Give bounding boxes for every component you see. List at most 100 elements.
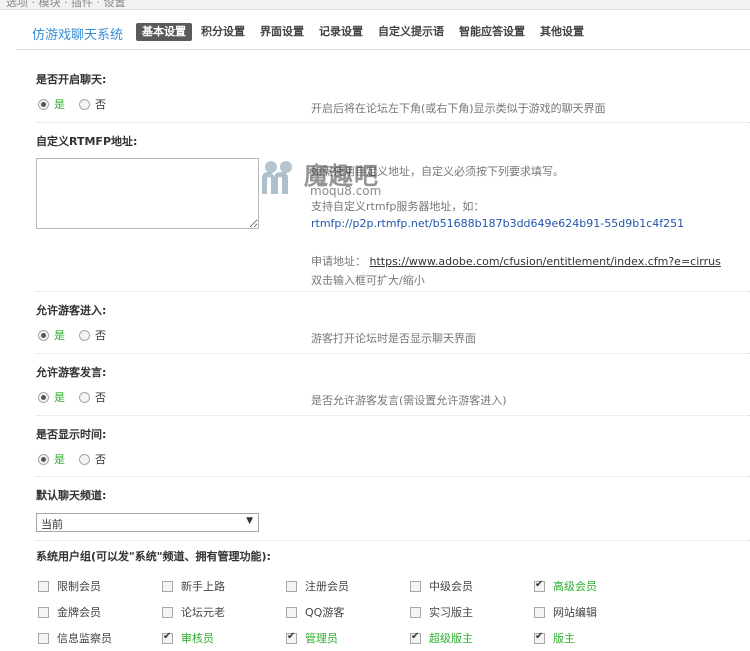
tab-other-settings[interactable]: 其他设置 [534,23,590,41]
system-groups-label: 系统用户组(可以发"系统"频道、拥有管理功能): [36,550,271,563]
enable-chat-radio-group: 是 否 [38,96,120,112]
group-checkbox-item[interactable]: 注册会员 [286,578,411,594]
default-channel-label: 默认聊天频道: [36,489,107,502]
moqu-logo-icon [262,161,292,194]
tab-points-settings[interactable]: 积分设置 [195,23,251,41]
checkbox[interactable] [534,631,545,644]
group-label: 金牌会员 [57,606,101,619]
checkbox[interactable] [534,606,545,618]
enable-chat-desc: 开启后将在论坛左下角(或右下角)显示类似于游戏的聊天界面 [311,102,606,115]
checkbox[interactable] [410,631,421,644]
checkbox[interactable] [162,606,173,618]
group-checkbox-item[interactable]: 限制会员 [38,578,163,594]
group-checkbox-item[interactable]: 实习版主 [410,604,535,620]
group-checkbox-item[interactable]: 审核员 [162,630,287,646]
checkbox[interactable] [38,632,49,644]
rtmfp-apply-link[interactable]: https://www.adobe.com/cfusion/entitlemen… [370,255,721,268]
group-checkbox-item[interactable]: 管理员 [286,630,411,646]
allow-guest-radio-group: 是 否 [38,327,120,343]
rtmfp-desc-line1: 如需使用自定义地址，自定义必须按下列要求填写。 [311,165,564,178]
tab-interface-settings[interactable]: 界面设置 [254,23,310,41]
allow-guest-speak-no-label[interactable]: 否 [95,389,106,405]
group-checkbox-item[interactable]: 论坛元老 [162,604,287,620]
rtmfp-hint: 双击输入框可扩大/缩小 [311,274,425,287]
tab-custom-prompts[interactable]: 自定义提示语 [372,23,450,41]
group-label: 注册会员 [305,580,349,593]
show-time-yes-radio[interactable] [38,453,49,465]
top-strip: 选项 · 模块 · 插件 · 设置 [0,0,750,10]
rtmfp-textarea[interactable] [36,158,259,229]
group-label: 网站编辑 [553,606,597,619]
checkbox[interactable] [162,631,173,644]
group-checkbox-item[interactable]: 新手上路 [162,578,287,594]
group-label: 版主 [553,632,575,645]
dropdown-arrow-icon: ▼ [246,516,253,526]
group-label: 超级版主 [429,632,473,645]
group-checkbox-item[interactable]: 中级会员 [410,578,535,594]
group-checkbox-item[interactable]: QQ游客 [286,604,411,620]
allow-guest-speak-no-radio[interactable] [79,391,90,403]
default-channel-select[interactable]: 当前 ▼ [36,513,259,532]
default-channel-value: 当前 [41,518,63,531]
rtmfp-desc-line2: 支持自定义rtmfp服务器地址，如： [311,200,485,213]
group-checkbox-item[interactable]: 版主 [534,630,659,646]
tab-record-settings[interactable]: 记录设置 [313,23,369,41]
enable-chat-yes-label[interactable]: 是 [54,96,65,112]
watermark-sub: moqu8.com [310,184,382,198]
group-label: 中级会员 [429,580,473,593]
allow-guest-speak-yes-label[interactable]: 是 [54,389,65,405]
show-time-yes-label[interactable]: 是 [54,451,65,467]
checkbox[interactable] [38,606,49,618]
allow-guest-yes-radio[interactable] [38,329,49,341]
show-time-label: 是否显示时间: [36,428,107,441]
divider [36,476,750,477]
divider [36,353,750,354]
allow-guest-speak-radio-group: 是 否 [38,389,120,405]
top-strip-text: 选项 · 模块 · 插件 · 设置 [6,0,126,9]
allow-guest-speak-label: 允许游客发言: [36,366,107,379]
group-checkbox-item[interactable]: 网站编辑 [534,604,659,620]
group-checkbox-item[interactable]: 金牌会员 [38,604,163,620]
show-time-no-label[interactable]: 否 [95,451,106,467]
group-label: 新手上路 [181,580,225,593]
checkbox[interactable] [534,579,545,592]
checkbox[interactable] [38,580,49,592]
group-label: 实习版主 [429,606,473,619]
enable-chat-no-radio[interactable] [79,98,90,110]
show-time-no-radio[interactable] [79,453,90,465]
show-time-radio-group: 是 否 [38,451,120,467]
plugin-title: 仿游戏聊天系统 [32,28,124,43]
allow-guest-label: 允许游客进入: [36,304,107,317]
enable-chat-yes-radio[interactable] [38,98,49,110]
enable-chat-label: 是否开启聊天: [36,73,107,86]
rtmfp-apply-label: 申请地址： [311,255,366,268]
allow-guest-no-radio[interactable] [79,329,90,341]
group-checkbox-item[interactable]: 超级版主 [410,630,535,646]
checkbox[interactable] [286,580,297,592]
checkbox[interactable] [410,580,421,592]
divider [36,540,750,541]
rtmfp-label: 自定义RTMFP地址: [36,135,138,148]
allow-guest-desc: 游客打开论坛时是否显示聊天界面 [311,332,476,345]
allow-guest-speak-desc: 是否允许游客发言(需设置允许游客进入) [311,394,507,407]
tab-bar: 基本设置 积分设置 界面设置 记录设置 自定义提示语 智能应答设置 其他设置 [136,23,593,41]
divider [36,122,750,123]
group-label: 管理员 [305,632,338,645]
rtmfp-example: rtmfp://p2p.rtmfp.net/b51688b187b3dd649e… [311,217,685,230]
allow-guest-no-label[interactable]: 否 [95,327,106,343]
divider [36,415,750,416]
tab-basic-settings[interactable]: 基本设置 [136,23,192,41]
group-checkbox-item[interactable]: 高级会员 [534,578,659,594]
allow-guest-speak-yes-radio[interactable] [38,391,49,403]
group-checkbox-item[interactable]: 信息监察员 [38,630,163,646]
group-label: 论坛元老 [181,606,225,619]
enable-chat-no-label[interactable]: 否 [95,96,106,112]
checkbox[interactable] [286,606,297,618]
tab-smart-reply-settings[interactable]: 智能应答设置 [453,23,531,41]
checkbox[interactable] [286,631,297,644]
header: 仿游戏聊天系统 基本设置 积分设置 界面设置 记录设置 自定义提示语 智能应答设… [16,14,750,50]
checkbox[interactable] [410,606,421,618]
checkbox[interactable] [162,580,173,592]
group-label: 审核员 [181,632,214,645]
allow-guest-yes-label[interactable]: 是 [54,327,65,343]
